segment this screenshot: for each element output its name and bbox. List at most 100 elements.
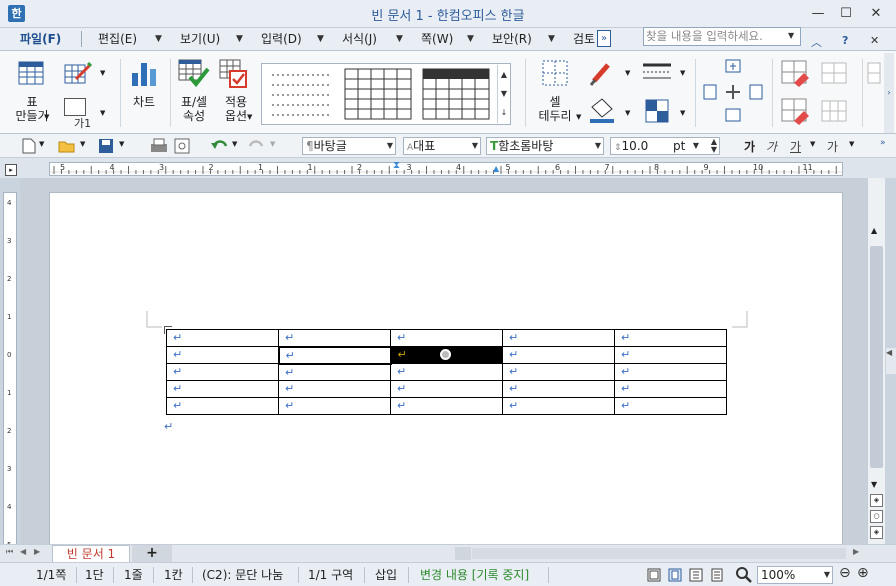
vertical-ruler[interactable]: 4321012345 [3, 192, 17, 549]
chevron-down-icon[interactable]: ▼ [625, 69, 630, 77]
menu-security[interactable]: 보안(R) [492, 30, 532, 48]
tab-doc-1[interactable]: 빈 문서 1 [52, 545, 130, 563]
vertical-scrollbar[interactable]: ▲ ▼ ◈ ○ ◈ [867, 178, 885, 546]
menu-edit[interactable]: 편집(E) [98, 30, 137, 48]
cell-border-icon[interactable] [541, 59, 569, 87]
next-page-icon[interactable]: ◈ [870, 526, 883, 539]
cell-fill-bucket-icon[interactable] [588, 97, 616, 123]
bar-chart-icon[interactable] [130, 59, 158, 87]
table-cell[interactable]: ↵ [502, 380, 615, 398]
doc-close-icon[interactable]: ✕ [870, 34, 879, 47]
ribbon-collapse-icon[interactable]: ︿ [811, 34, 822, 50]
border-color-brush-icon[interactable] [588, 59, 616, 87]
view-page-icon[interactable] [668, 568, 682, 582]
strike-button[interactable]: 가 [827, 138, 838, 155]
horizontal-ruler[interactable]: ⧗ ▲ 5 4 3 2 1 1 2 3 4 5 6 7 8 9 10 11 [49, 160, 843, 176]
chevron-down-icon[interactable]: ▼ [100, 109, 105, 117]
delete-cell-icon[interactable] [780, 59, 810, 87]
page-goto-icon[interactable]: ○ [870, 510, 883, 523]
table-cell[interactable]: ↵ [390, 329, 503, 347]
maximize-button[interactable]: ☐ [832, 5, 860, 23]
table-cell[interactable]: ↵ [502, 397, 615, 415]
chevron-down-icon[interactable]: ▼ [247, 113, 252, 121]
table-row[interactable]: ↵ ↵ ↵ ↵ ↵ [166, 380, 727, 398]
scroll-down-icon[interactable]: ▼ [871, 480, 877, 489]
cell-border-label-1[interactable]: 셀 [537, 95, 573, 109]
print-preview-icon[interactable] [174, 138, 190, 154]
table-row[interactable]: ↵ ↵ ↵ ↵ ↵ [166, 397, 727, 415]
table-cell[interactable]: ↵ [278, 380, 391, 398]
view-outline-icon[interactable] [710, 568, 724, 582]
add-tab-button[interactable]: + [132, 545, 172, 563]
zoom-search-icon[interactable] [736, 567, 752, 583]
table-cell[interactable]: ↵ [502, 363, 615, 381]
side-panel-toggle[interactable]: ◀ [886, 348, 896, 374]
chevron-down-icon[interactable]: ▼ [39, 140, 44, 148]
status-track-changes[interactable]: 변경 내용 [기록 중지] [420, 567, 529, 583]
tab-next-icon[interactable]: ▶ [34, 547, 40, 556]
scroll-up-icon[interactable]: ▲ [871, 226, 877, 235]
italic-button[interactable]: 가 [766, 138, 777, 155]
table-cell[interactable]: ↵ [278, 363, 391, 381]
textbox-icon[interactable] [64, 98, 86, 116]
table-cell[interactable]: ↵ [614, 363, 727, 381]
table-make-label-1[interactable]: 표 [14, 95, 50, 109]
table-cell[interactable]: ↵ [278, 329, 391, 347]
cell-border-label-2[interactable]: 테두리 [533, 109, 577, 123]
view-web-icon[interactable] [689, 568, 703, 582]
chevron-down-icon[interactable]: ▼ [317, 30, 324, 48]
table-cell[interactable]: ↵ [614, 380, 727, 398]
table-style-header[interactable] [422, 68, 490, 120]
print-icon[interactable] [150, 138, 168, 154]
status-page[interactable]: 1/1쪽 [36, 567, 66, 583]
language-combo[interactable]: A대표 ▼ [403, 137, 481, 155]
prev-page-icon[interactable]: ◈ [870, 494, 883, 507]
table-cell[interactable]: ↵ [166, 363, 279, 381]
table-row[interactable]: ↵ ↵ ↵ ↵ ↵ [166, 329, 727, 347]
chevron-down-icon[interactable]: ▼ [680, 69, 685, 77]
tab-prev-icon[interactable]: ◀ [20, 547, 26, 556]
chevron-down-icon[interactable]: ▼ [236, 30, 243, 48]
toolbar-overflow-icon[interactable]: » [880, 138, 886, 148]
chevron-down-icon[interactable]: ▼ [232, 140, 237, 148]
horizontal-scroll-track[interactable] [472, 548, 846, 559]
delete-row-icon[interactable] [780, 97, 810, 125]
undo-icon[interactable] [210, 138, 228, 154]
new-document-icon[interactable] [22, 138, 36, 154]
font-size-combo[interactable]: ⇕10.0 pt ▼ ▲ ▼ [610, 137, 720, 155]
menu-view[interactable]: 보기(U) [180, 30, 220, 48]
ruler-corner-button[interactable]: ▸ [5, 164, 17, 176]
zoom-out-icon[interactable]: ⊖ [839, 565, 851, 581]
help-icon[interactable]: ? [842, 34, 848, 47]
chevron-down-icon[interactable]: ▼ [810, 140, 815, 148]
close-button[interactable]: ✕ [862, 5, 890, 23]
cell-shade-icon[interactable] [645, 99, 669, 123]
cell-props-label-1[interactable]: 표/셀 [176, 95, 212, 109]
scroll-thumb[interactable] [870, 246, 883, 468]
zoom-combo[interactable]: 100% ▼ [757, 566, 833, 584]
menu-page[interactable]: 쪽(W) [421, 30, 453, 48]
hscroll-right-icon[interactable]: ▶ [853, 547, 859, 556]
chevron-down-icon[interactable]: ▼ [849, 140, 854, 148]
indent-marker-icon[interactable]: ⧗ [393, 160, 400, 171]
minimize-button[interactable]: — [804, 5, 832, 23]
tab-marker-icon[interactable]: ▲ [493, 164, 499, 173]
menu-review[interactable]: 검토 [573, 30, 595, 48]
menu-more-button[interactable]: » [597, 30, 611, 47]
more-ribbon-icon[interactable] [866, 61, 882, 85]
chevron-down-icon[interactable]: ▼ [44, 113, 49, 121]
chevron-down-icon[interactable]: ▼ [576, 113, 581, 121]
table-cell[interactable]: ↵ [390, 363, 503, 381]
table-cell[interactable]: ↵ [502, 346, 615, 364]
table-row[interactable]: ↵ ↵ ↵ ↵ ↵ [166, 345, 727, 365]
style-combo[interactable]: ¶바탕글 ▼ [302, 137, 396, 155]
apply-options-label-1[interactable]: 적용 [218, 95, 254, 109]
view-normal-icon[interactable] [647, 568, 661, 582]
table-cell[interactable]: ↵ [390, 397, 503, 415]
apply-options-icon[interactable] [219, 59, 249, 89]
search-input[interactable]: 찾을 내용을 입력하세요. [643, 27, 801, 46]
open-folder-icon[interactable] [58, 139, 76, 153]
table-check-icon[interactable] [178, 57, 210, 89]
chevron-down-icon[interactable]: ▼ [80, 140, 85, 148]
table-cell-active[interactable]: ↵ [277, 345, 392, 365]
